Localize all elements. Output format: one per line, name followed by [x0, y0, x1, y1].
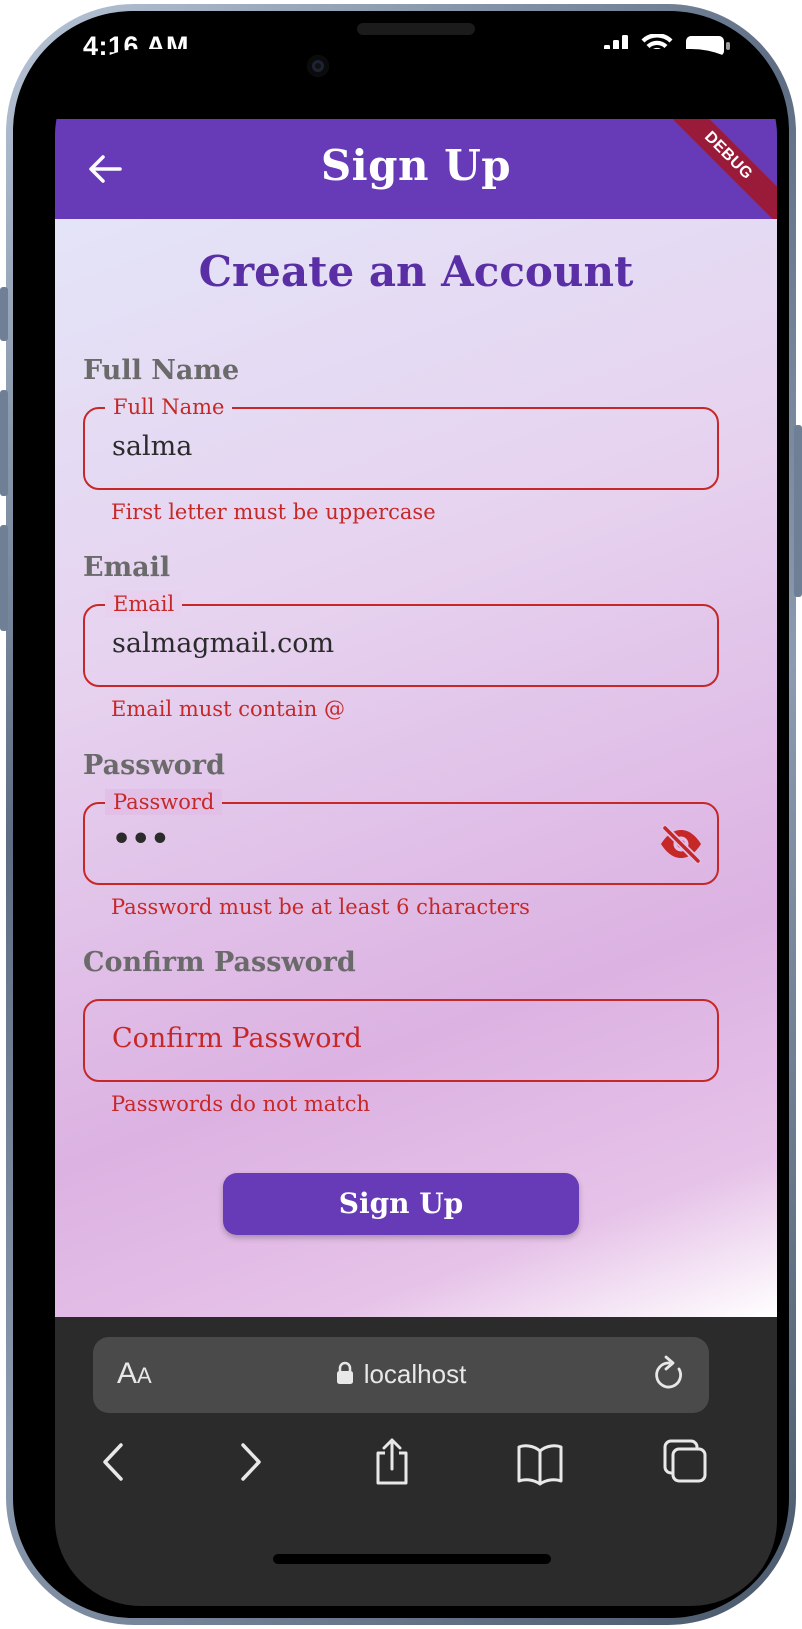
front-camera: [307, 55, 329, 77]
full-name-section-label: Full Name: [83, 355, 240, 386]
side-button-power: [794, 425, 802, 597]
reload-button[interactable]: [651, 1355, 687, 1395]
email-section-label: Email: [83, 552, 171, 583]
confirm-password-placeholder: Confirm Password: [112, 1023, 362, 1054]
home-indicator: [273, 1554, 551, 1564]
email-value: salmagmail.com: [112, 628, 335, 659]
reload-icon: [655, 1355, 682, 1389]
password-section-label: Password: [83, 750, 225, 781]
tabs-icon: [663, 1439, 707, 1483]
password-error: Password must be at least 6 characters: [111, 895, 530, 919]
app-title: Sign Up: [320, 141, 512, 190]
phone-bezel: 4:16 AM Sign Up DEBUG Create an Account …: [13, 11, 789, 1618]
password-value: •••: [112, 822, 170, 857]
chevron-left-icon: [103, 1443, 123, 1481]
password-visibility-toggle[interactable]: [659, 824, 703, 865]
url-text: localhost: [363, 1359, 467, 1389]
full-name-field[interactable]: Full Name salma: [83, 394, 719, 490]
full-name-value: salma: [112, 431, 193, 462]
browser-nav-row: [55, 1437, 777, 1497]
confirm-password-error: Passwords do not match: [111, 1092, 371, 1116]
browser-back-button[interactable]: [89, 1437, 139, 1487]
full-name-floating-label: Full Name: [105, 394, 233, 420]
form-heading: Create an Account: [198, 247, 634, 296]
password-field[interactable]: Password •••: [83, 789, 719, 885]
speaker-grille: [357, 23, 475, 35]
side-button-silent: [0, 287, 8, 341]
browser-toolbar: AA localhost: [55, 1317, 777, 1606]
lock-icon: [336, 1361, 354, 1392]
side-button-volume-up: [0, 390, 8, 496]
tabs-button[interactable]: [661, 1437, 711, 1487]
screen: Sign Up DEBUG Create an Account Full Nam…: [55, 49, 777, 1606]
email-error: Email must contain @: [111, 697, 346, 721]
share-button[interactable]: [367, 1437, 417, 1487]
email-field[interactable]: Email salmagmail.com: [83, 591, 719, 687]
bookmarks-button[interactable]: [515, 1437, 565, 1487]
sign-up-button[interactable]: Sign Up: [223, 1173, 579, 1235]
signup-form: Create an Account Full Name Full Name sa…: [55, 219, 777, 1317]
url-display: localhost: [93, 1359, 709, 1392]
address-bar[interactable]: AA localhost: [93, 1337, 709, 1413]
password-floating-label: Password: [105, 789, 223, 815]
share-icon: [376, 1438, 408, 1485]
book-icon: [517, 1444, 563, 1486]
app-bar: Sign Up DEBUG: [55, 119, 777, 219]
full-name-error: First letter must be uppercase: [111, 500, 436, 524]
confirm-password-field[interactable]: Confirm Password: [83, 999, 719, 1082]
chevron-right-icon: [241, 1443, 261, 1481]
eye-off-icon: [661, 824, 702, 865]
browser-forward-button[interactable]: [225, 1437, 275, 1487]
side-button-volume-down: [0, 525, 8, 631]
email-floating-label: Email: [105, 591, 183, 617]
confirm-password-section-label: Confirm Password: [83, 947, 356, 978]
